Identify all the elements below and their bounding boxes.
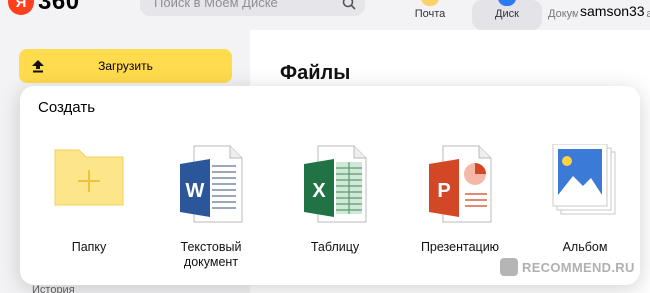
service-mail[interactable]: Почта xyxy=(400,0,460,30)
excel-spreadsheet-icon: X xyxy=(304,145,367,223)
page-title: Файлы xyxy=(280,62,351,84)
sidebar-item-history[interactable]: История xyxy=(32,284,75,293)
top-header: Я 360 Поиск в Моем Диске Почта Диск Доку… xyxy=(0,0,650,30)
svg-text:P: P xyxy=(437,180,450,202)
create-popup-title: Создать xyxy=(38,99,96,116)
watermark-text: RECOMMEND.RU xyxy=(522,259,635,275)
yandex-360-logo[interactable]: Я 360 xyxy=(8,0,80,16)
word-document-icon: W xyxy=(180,145,243,223)
create-folder-item[interactable]: Папку xyxy=(34,144,144,274)
search-icon[interactable] xyxy=(342,0,356,10)
folder-icon xyxy=(54,149,124,206)
create-folder-label: Папку xyxy=(71,240,107,254)
mail-icon xyxy=(421,0,439,6)
album-icon xyxy=(552,144,616,215)
search-placeholder: Поиск в Моем Диске xyxy=(154,0,278,10)
username[interactable]: samson33 xyxy=(578,3,647,19)
create-presentation-label: Презентацию xyxy=(420,240,500,254)
powerpoint-presentation-icon: P xyxy=(429,145,492,223)
yandex-logo-badge: Я xyxy=(8,0,34,15)
service-disk-label: Диск xyxy=(495,8,519,20)
create-spreadsheet-label: Таблицу xyxy=(310,240,360,254)
create-document-item[interactable]: W Текстовый документ xyxy=(156,144,266,274)
create-document-label: Текстовый документ xyxy=(180,240,242,269)
watermark-logo-icon xyxy=(500,258,518,276)
search-input[interactable]: Поиск в Моем Диске xyxy=(140,0,365,16)
disk-icon xyxy=(498,0,516,6)
create-spreadsheet-item[interactable]: X Таблицу xyxy=(280,144,390,274)
recommend-watermark: RECOMMEND.RU xyxy=(500,258,635,276)
upload-button-label: Загрузить xyxy=(98,59,153,73)
upload-button[interactable]: Загрузить xyxy=(19,49,232,83)
svg-text:W: W xyxy=(186,180,205,202)
create-presentation-item[interactable]: P Презентацию xyxy=(405,144,515,274)
service-disk[interactable]: Диск xyxy=(472,0,542,30)
create-album-item[interactable]: Альбом xyxy=(530,144,640,274)
create-album-label: Альбом xyxy=(562,240,608,254)
logo-text: 360 xyxy=(38,0,80,15)
create-popup: Создать Папку W Текстовый документ X Таб… xyxy=(20,86,640,285)
service-mail-label: Почта xyxy=(414,8,446,20)
svg-text:X: X xyxy=(312,180,326,202)
